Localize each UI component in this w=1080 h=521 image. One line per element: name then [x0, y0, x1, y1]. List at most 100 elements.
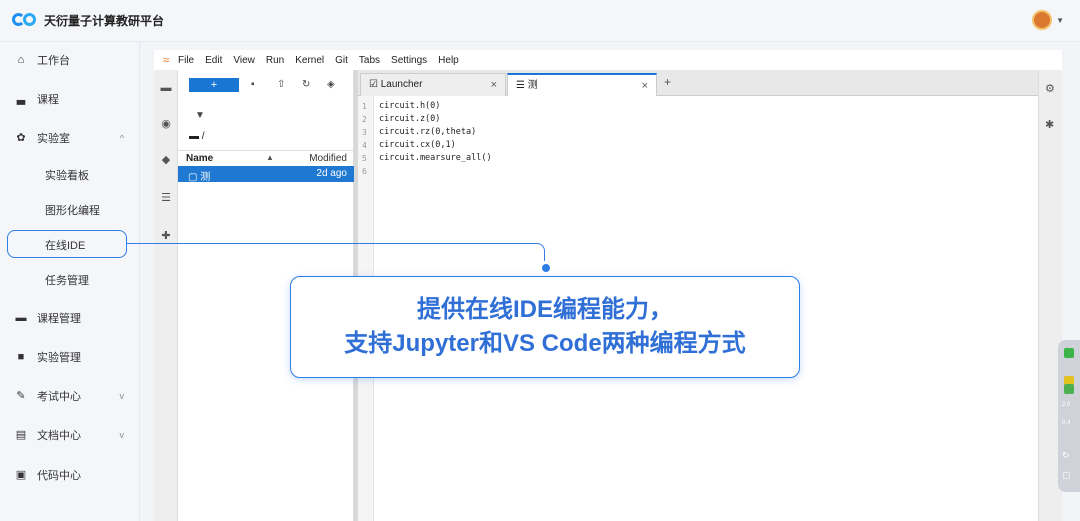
logo-icon — [10, 11, 38, 29]
property-inspector-icon[interactable]: ⚙ — [1045, 82, 1055, 95]
chart-icon: ▃ — [16, 93, 26, 105]
floating-monitor-widget[interactable]: 2.0 0.4 ↻ ▢ — [1058, 340, 1080, 492]
sidebar-item-exam-center[interactable]: ✎ 考试中心 v — [0, 381, 140, 411]
file-list-header: Name ▲ Modified — [178, 150, 354, 166]
column-name[interactable]: Name — [186, 153, 213, 164]
code-icon: ▣ — [15, 469, 27, 481]
file-name-text: 测 — [200, 172, 211, 183]
tab-file[interactable]: ☰ 测 × — [507, 73, 657, 96]
user-menu[interactable]: ▼ — [1032, 10, 1064, 30]
breadcrumb-path: / — [201, 131, 205, 142]
sidebar-item-label: 实验室 — [37, 133, 70, 145]
extension-icon[interactable]: ✚ — [160, 230, 172, 242]
menu-git[interactable]: Git — [335, 55, 348, 66]
chevron-down-icon[interactable]: v — [120, 430, 125, 440]
ide-menubar: ≈ File Edit View Run Kernel Git Tabs Set… — [154, 50, 1062, 70]
menu-kernel[interactable]: Kernel — [295, 55, 324, 66]
sidebar-item-task-management[interactable]: 任务管理 — [0, 265, 140, 295]
filter-icon[interactable]: ▼ — [195, 110, 205, 121]
callout-line-2: 支持Jupyter和VS Code两种编程方式 — [344, 330, 746, 357]
sidebar-item-label: 文档中心 — [37, 430, 81, 442]
sidebar-item-lab[interactable]: ✿ 实验室 ^ — [0, 123, 140, 153]
menu-help[interactable]: Help — [438, 55, 459, 66]
highlight-box — [7, 230, 127, 258]
code-line[interactable]: circuit.z(0) — [379, 114, 440, 124]
file-row[interactable]: ▢ 测 2d ago — [178, 166, 354, 183]
sidebar-item-label: 考试中心 — [37, 391, 81, 403]
callout-dot — [542, 264, 550, 272]
jupyter-logo-icon: ≈ — [162, 53, 170, 67]
upload-icon[interactable]: ⇧ — [277, 79, 285, 90]
sidebar: ⌂ 工作台 ▃ 课程 ✿ 实验室 ^ 实验看板 图形化编程 在线IDE 任务管理… — [0, 42, 140, 521]
home-icon: ⌂ — [17, 54, 25, 66]
git-icon[interactable]: ◆ — [160, 154, 172, 166]
line-number: 5 — [362, 154, 367, 163]
sidebar-item-label: 实验看板 — [45, 170, 89, 182]
tab-label: Launcher — [380, 79, 423, 90]
menu-run[interactable]: Run — [266, 55, 284, 66]
status-level-icon — [1064, 384, 1074, 394]
breadcrumb[interactable]: ▬ / — [189, 131, 205, 142]
new-folder-icon[interactable]: ▪ — [251, 79, 255, 90]
chevron-down-icon[interactable]: ▼ — [1056, 16, 1064, 25]
chevron-up-icon[interactable]: ^ — [120, 133, 124, 143]
text-file-icon: ☰ — [516, 80, 525, 91]
sidebar-item-lab-board[interactable]: 实验看板 — [0, 160, 140, 190]
refresh-icon[interactable]: ↻ — [302, 79, 310, 90]
tab-launcher[interactable]: ☑ Launcher × — [360, 73, 506, 96]
code-line[interactable]: circuit.rz(0,theta) — [379, 127, 476, 137]
feature-callout: 提供在线IDE编程能力， 支持Jupyter和VS Code两种编程方式 — [290, 276, 800, 378]
sidebar-item-label: 实验管理 — [37, 352, 81, 364]
avatar-icon[interactable] — [1032, 10, 1053, 30]
list-icon[interactable]: ☰ — [160, 192, 172, 204]
window-icon[interactable]: ▢ — [1062, 470, 1071, 481]
code-line[interactable]: circuit.cx(0,1) — [379, 140, 456, 150]
debugger-icon[interactable]: ✱ — [1045, 118, 1054, 131]
file-name: ▢ 测 — [188, 168, 210, 183]
menu-view[interactable]: View — [233, 55, 255, 66]
folder-icon[interactable]: ▬ — [160, 82, 172, 94]
folder-icon: ▬ — [15, 312, 27, 324]
new-launcher-button[interactable]: + — [189, 78, 239, 92]
sidebar-item-course-management[interactable]: ▬ 课程管理 — [0, 303, 140, 333]
callout-line-1: 提供在线IDE编程能力， — [416, 296, 673, 323]
menu-file[interactable]: File — [178, 55, 194, 66]
column-modified[interactable]: Modified — [309, 153, 347, 164]
menu-tabs[interactable]: Tabs — [359, 55, 380, 66]
stop-icon[interactable]: ◉ — [160, 118, 172, 130]
close-icon[interactable]: × — [642, 75, 648, 97]
sort-up-icon[interactable]: ▲ — [266, 153, 274, 162]
line-number: 6 — [362, 167, 367, 176]
monitor-value-1: 2.0 — [1062, 402, 1071, 408]
menu-settings[interactable]: Settings — [391, 55, 427, 66]
sidebar-item-label: 任务管理 — [45, 275, 89, 287]
app-logo[interactable]: 天衍量子计算教研平台 — [10, 11, 164, 29]
chevron-down-icon[interactable]: v — [120, 391, 125, 401]
close-icon[interactable]: × — [491, 74, 497, 96]
git-clone-icon[interactable]: ◈ — [327, 79, 335, 90]
editor-tabbar: ☑ Launcher × ☰ 测 × + — [358, 70, 1038, 96]
folder-icon: ▬ — [189, 131, 199, 142]
sidebar-item-lab-management[interactable]: ■ 实验管理 — [0, 342, 140, 372]
code-line[interactable]: circuit.mearsure_all() — [379, 153, 492, 163]
top-bar: 天衍量子计算教研平台 ▼ — [0, 0, 1080, 42]
menu-edit[interactable]: Edit — [205, 55, 222, 66]
sidebar-item-label: 代码中心 — [37, 470, 81, 482]
line-number: 2 — [362, 115, 367, 124]
line-number: 3 — [362, 128, 367, 137]
pen-icon: ✎ — [16, 390, 26, 402]
sidebar-item-label: 图形化编程 — [45, 205, 100, 217]
doc-icon: ▤ — [15, 429, 27, 441]
code-line[interactable]: circuit.h(0) — [379, 101, 440, 111]
sidebar-item-label: 课程 — [37, 94, 59, 106]
sidebar-item-workbench[interactable]: ⌂ 工作台 — [0, 45, 140, 75]
launcher-icon: ☑ — [369, 79, 378, 90]
app-title: 天衍量子计算教研平台 — [44, 13, 165, 28]
refresh-icon[interactable]: ↻ — [1062, 450, 1070, 461]
sidebar-item-graphical-programming[interactable]: 图形化编程 — [0, 195, 140, 225]
add-tab-button[interactable]: + — [664, 75, 671, 89]
sidebar-item-course[interactable]: ▃ 课程 — [0, 84, 140, 114]
status-ok-icon — [1064, 348, 1074, 358]
sidebar-item-doc-center[interactable]: ▤ 文档中心 v — [0, 420, 140, 450]
sidebar-item-code-center[interactable]: ▣ 代码中心 — [0, 460, 140, 490]
